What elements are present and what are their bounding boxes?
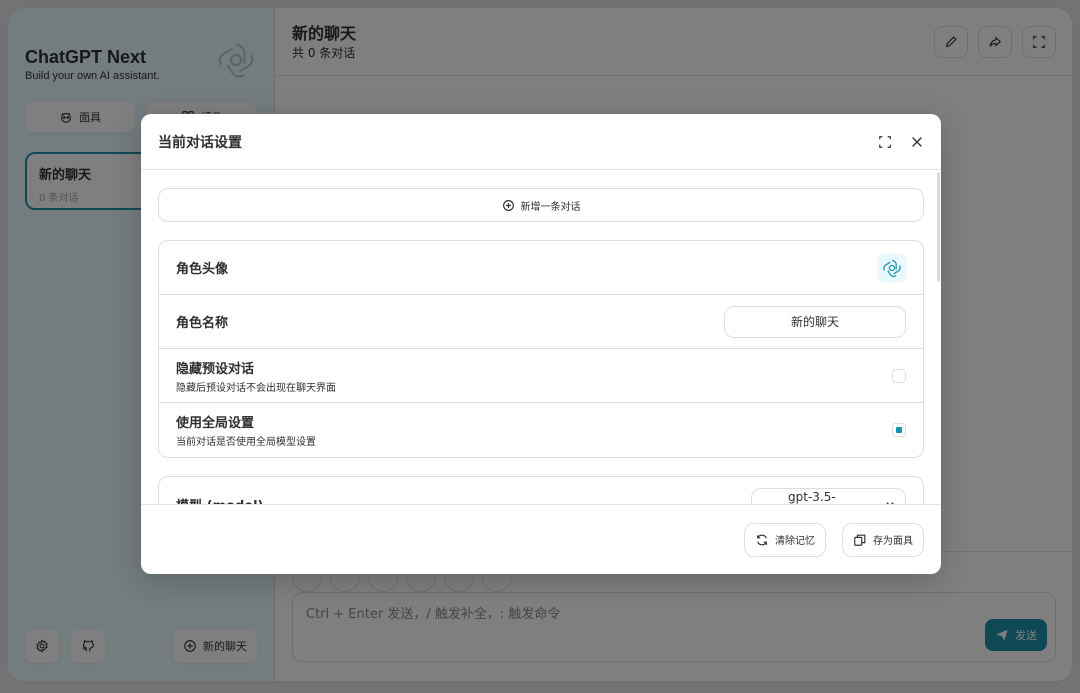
hide-context-sub: 隐藏后预设对话不会出现在聊天界面 <box>176 382 336 394</box>
copy-icon <box>853 533 867 547</box>
use-global-title: 使用全局设置 <box>176 416 255 431</box>
clear-memory-button[interactable]: 清除记忆 <box>744 522 826 557</box>
save-as-mask-button[interactable]: 存为面具 <box>842 522 924 557</box>
name-input[interactable]: 新的聊天 <box>724 305 906 338</box>
modal-footer: 清除记忆 存为面具 <box>141 504 941 574</box>
hide-context-checkbox[interactable] <box>892 368 906 383</box>
name-row-title: 角色名称 <box>176 316 229 331</box>
reload-icon <box>755 533 769 547</box>
model-select[interactable]: gpt-3.5-turbo <box>751 488 906 504</box>
openai-logo-icon <box>882 258 902 278</box>
use-global-sub: 当前对话是否使用全局模型设置 <box>176 437 316 448</box>
use-global-checkbox[interactable] <box>892 423 906 437</box>
avatar-picker[interactable] <box>878 253 906 282</box>
plus-circle-icon <box>502 199 515 212</box>
use-global-row: 使用全局设置 当前对话是否使用全局模型设置 <box>159 403 923 457</box>
model-row-title: 模型 (model) <box>176 495 263 505</box>
chat-settings-modal: 当前对话设置 新增一条对话 角色头像 角色名称 新的聊天 隐藏预设对话 隐藏后预… <box>141 114 941 574</box>
avatar-row-title: 角色头像 <box>176 262 229 277</box>
model-row: 模型 (model) gpt-3.5-turbo <box>159 477 923 504</box>
avatar-row: 角色头像 <box>159 241 923 295</box>
model-config-list: 模型 (model) gpt-3.5-turbo <box>158 476 924 504</box>
modal-header-actions <box>878 135 924 149</box>
add-prompt-button[interactable]: 新增一条对话 <box>158 188 924 222</box>
name-row: 角色名称 新的聊天 <box>159 295 923 349</box>
modal-title: 当前对话设置 <box>158 134 242 151</box>
hide-context-row: 隐藏预设对话 隐藏后预设对话不会出现在聊天界面 <box>159 349 923 403</box>
modal-body: 新增一条对话 角色头像 角色名称 新的聊天 隐藏预设对话 隐藏后预设对话不会出现… <box>141 170 941 504</box>
clear-memory-label: 清除记忆 <box>775 536 815 547</box>
add-prompt-label: 新增一条对话 <box>520 201 581 213</box>
modal-header: 当前对话设置 <box>141 114 941 170</box>
hide-context-title: 隐藏预设对话 <box>176 361 255 377</box>
save-as-mask-label: 存为面具 <box>873 536 913 547</box>
mask-config-list: 角色头像 角色名称 新的聊天 隐藏预设对话 隐藏后预设对话不会出现在聊天界面 使… <box>158 240 924 458</box>
model-select-value: gpt-3.5-turbo <box>788 490 836 504</box>
modal-maximize-icon[interactable] <box>878 135 892 149</box>
close-icon[interactable] <box>910 135 924 149</box>
